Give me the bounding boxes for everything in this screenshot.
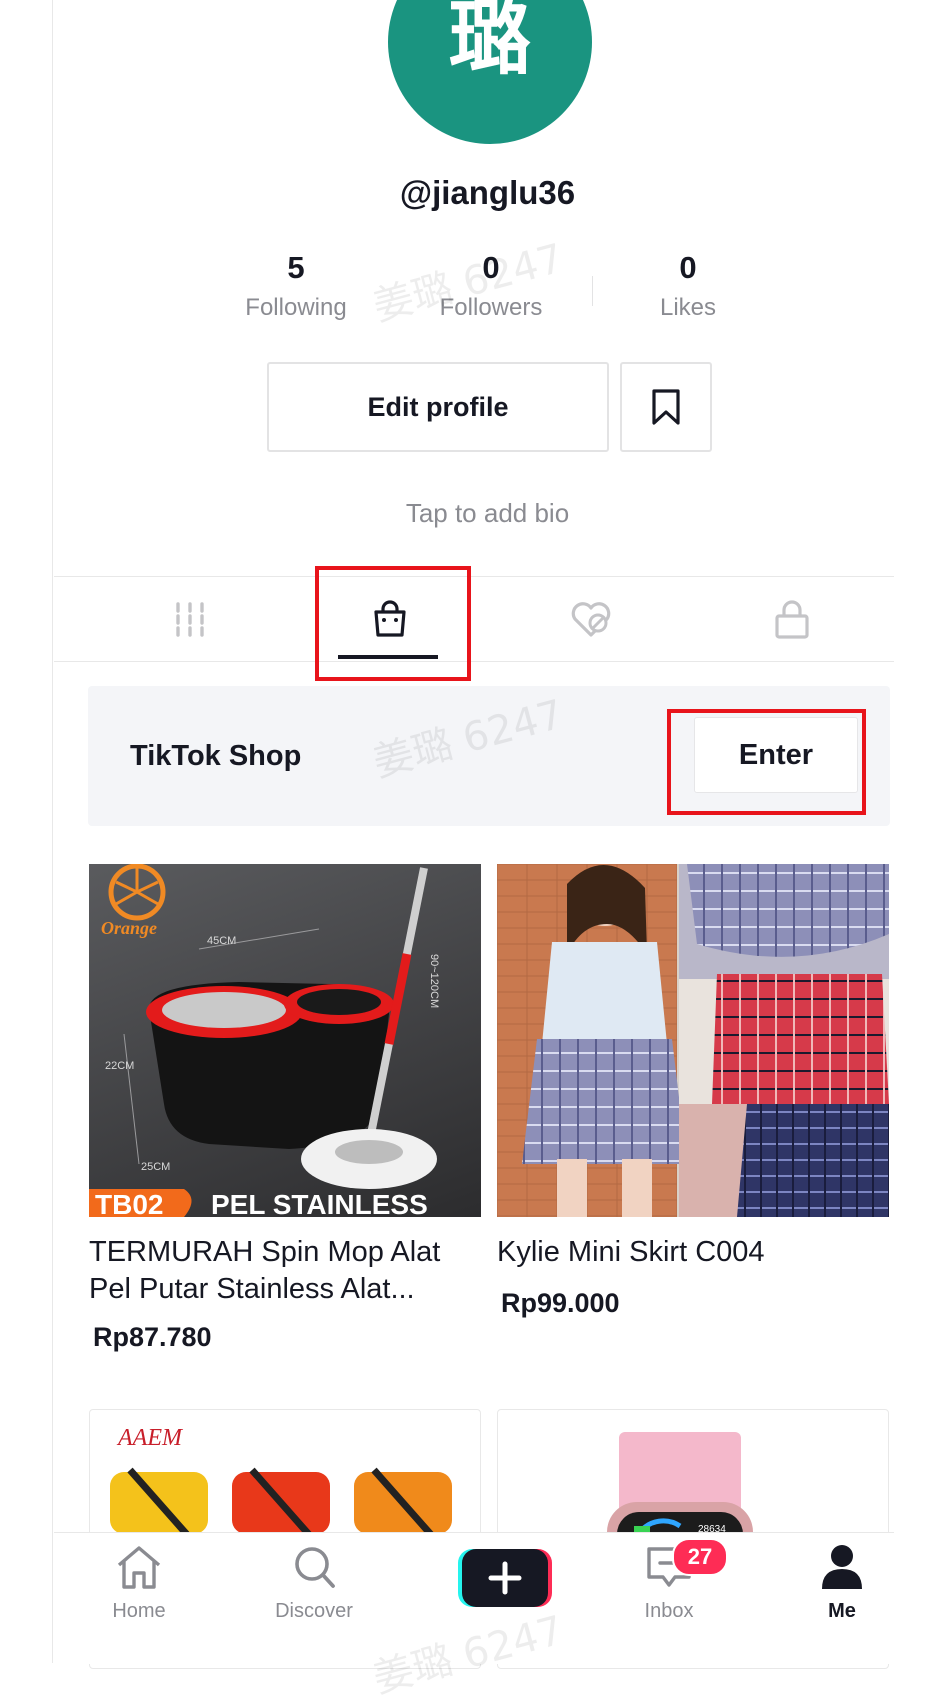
heart-hidden-icon <box>571 602 611 637</box>
product-name-skirt[interactable]: Kylie Mini Skirt C004 <box>497 1234 889 1271</box>
nav-home[interactable]: Home <box>69 1543 209 1623</box>
following-count: 5 <box>287 250 305 285</box>
stat-divider <box>592 276 593 306</box>
likes-label: Likes <box>659 294 717 321</box>
mop-model-code: TB02 <box>95 1189 163 1217</box>
mop-banner-text: PEL STAINLESS <box>211 1189 428 1217</box>
left-edge-divider <box>52 0 53 1663</box>
stat-following[interactable]: 5 Following <box>206 250 386 322</box>
product-image-mop[interactable]: Orange 45CM 22CM 25CM 90~120CM TB02 PEL … <box>89 864 481 1217</box>
highlight-shop-tab <box>315 566 471 681</box>
likes-count: 0 <box>679 250 697 285</box>
inbox-badge: 27 <box>672 1538 728 1576</box>
nav-discover[interactable]: Discover <box>244 1543 384 1623</box>
search-icon <box>295 1547 335 1588</box>
nav-me[interactable]: Me <box>772 1543 912 1623</box>
highlight-enter-button <box>667 709 866 815</box>
product-price-mop: Rp87.780 <box>93 1322 212 1352</box>
bio-placeholder[interactable]: Tap to add bio <box>0 498 942 529</box>
mop-dimension-width: 45CM <box>207 935 236 947</box>
nav-me-label: Me <box>828 1600 856 1622</box>
nav-discover-label: Discover <box>275 1600 353 1622</box>
tab-private[interactable] <box>712 577 872 661</box>
grid-icon <box>176 602 204 637</box>
lock-icon <box>775 600 809 639</box>
nav-inbox-label: Inbox <box>644 1600 694 1622</box>
mop-dimension-height: 22CM <box>105 1060 134 1072</box>
product-price-skirt: Rp99.000 <box>501 1288 620 1318</box>
avatar-char: 璐 <box>448 0 531 86</box>
skirt-illustration <box>497 864 889 1217</box>
product-image-skirt[interactable] <box>497 864 889 1217</box>
username: @jianglu36 <box>399 174 576 211</box>
stat-likes: 0 Likes <box>598 250 778 322</box>
edit-profile-button[interactable]: Edit profile <box>267 362 609 452</box>
tiktok-shop-title: TikTok Shop <box>130 740 302 772</box>
profile-icon <box>822 1545 862 1589</box>
bookmark-button[interactable] <box>620 362 712 452</box>
product-name-mop[interactable]: TERMURAH Spin Mop Alat Pel Putar Stainle… <box>89 1234 481 1308</box>
profile-tabs <box>54 576 894 662</box>
tab-liked[interactable] <box>511 577 671 661</box>
home-icon <box>117 1546 161 1589</box>
mop-brand: Orange <box>101 918 157 938</box>
nav-home-label: Home <box>112 1600 166 1622</box>
bag-brand: AAEM <box>116 1425 184 1451</box>
tab-videos[interactable] <box>110 577 270 661</box>
mop-dimension-handle: 90~120CM <box>428 954 440 1008</box>
mop-illustration: Orange 45CM 22CM 25CM 90~120CM TB02 PEL … <box>89 864 440 1217</box>
bookmark-icon <box>652 389 680 425</box>
plus-icon <box>458 1549 552 1607</box>
avatar[interactable]: 璐 <box>388 0 592 144</box>
mop-dimension-depth: 25CM <box>141 1161 170 1173</box>
following-label: Following <box>245 294 347 321</box>
